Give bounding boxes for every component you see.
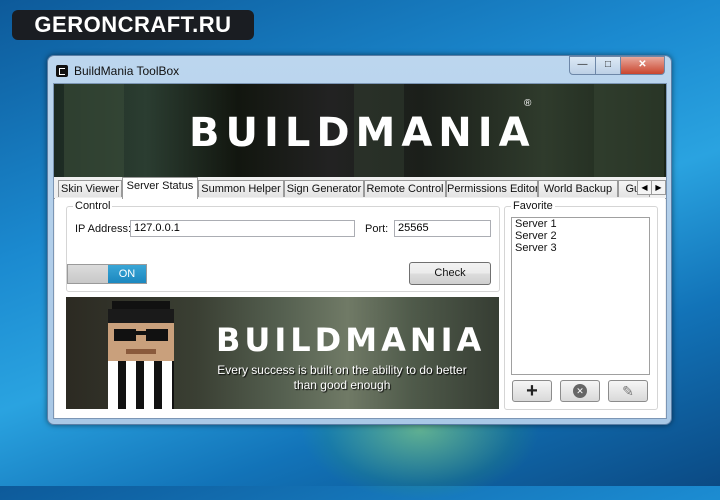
slogan-line-2: than good enough (293, 378, 391, 392)
window-title: BuildMania ToolBox (74, 64, 180, 78)
tab-scroll-left-icon[interactable]: ◀ (637, 180, 652, 195)
tab-world-backup[interactable]: World Backup (538, 180, 618, 197)
window-controls: — □ ✕ (569, 56, 665, 75)
edit-server-button[interactable]: ✎ (608, 380, 648, 402)
registered-mark: ® (524, 98, 532, 109)
character-avatar (106, 297, 176, 409)
tab-sign-generator[interactable]: Sign Generator (284, 180, 364, 197)
tab-summon-helper[interactable]: Summon Helper (198, 180, 284, 197)
server-toggle[interactable]: ON (67, 264, 147, 284)
promo-image: BUILDMANIA Every success is built on the… (66, 297, 499, 409)
plus-icon: + (526, 380, 538, 402)
promo-slogan: Every success is built on the ability to… (214, 363, 470, 393)
close-button[interactable]: ✕ (621, 56, 665, 75)
tab-permissions-editor[interactable]: Permissions Editor (446, 180, 538, 197)
control-legend: Control (75, 200, 111, 212)
minimize-button[interactable]: — (569, 56, 596, 75)
remove-server-button[interactable]: ✕ (560, 380, 600, 402)
tab-skin-viewer[interactable]: Skin Viewer (58, 180, 122, 197)
header-banner: BUILDMANIA ® (54, 84, 666, 177)
list-item[interactable]: Server 1 (512, 218, 649, 230)
port-label: Port: (365, 223, 389, 235)
add-server-button[interactable]: + (512, 380, 552, 402)
check-button[interactable]: Check (409, 262, 491, 285)
app-icon (56, 65, 68, 77)
slogan-line-1: Every success is built on the ability to… (217, 363, 467, 377)
remove-icon: ✕ (573, 384, 587, 398)
server-status-panel: Control IP Address: Port: ON Check (55, 198, 665, 418)
promo-logo: BUILDMANIA (216, 321, 486, 359)
list-item[interactable]: Server 3 (512, 242, 649, 254)
favorite-legend: Favorite (513, 200, 553, 212)
favorite-server-list[interactable]: Server 1 Server 2 Server 3 (511, 217, 650, 375)
ip-address-input[interactable] (130, 220, 355, 237)
watermark-label: GERONCRAFT.RU (12, 10, 254, 40)
window-client: BUILDMANIA ® Skin Viewer Server Status S… (53, 83, 667, 419)
title-bar: BuildMania ToolBox (56, 62, 179, 80)
tab-remote-control[interactable]: Remote Control (364, 180, 446, 197)
ip-address-label: IP Address: (75, 223, 132, 235)
tab-scroll-right-icon[interactable]: ▶ (651, 180, 666, 195)
pencil-icon: ✎ (622, 382, 634, 399)
maximize-button[interactable]: □ (596, 56, 621, 75)
toggle-on-label: ON (108, 265, 146, 283)
banner-logo: BUILDMANIA (189, 110, 536, 156)
app-window: BuildMania ToolBox — □ ✕ BUILDMANIA ® Sk… (47, 55, 672, 425)
tab-strip: Skin Viewer Server Status Summon Helper … (54, 177, 666, 199)
port-input[interactable] (394, 220, 491, 237)
toggle-off-part (68, 265, 108, 283)
list-item[interactable]: Server 2 (512, 230, 649, 242)
tab-server-status[interactable]: Server Status (122, 177, 198, 199)
